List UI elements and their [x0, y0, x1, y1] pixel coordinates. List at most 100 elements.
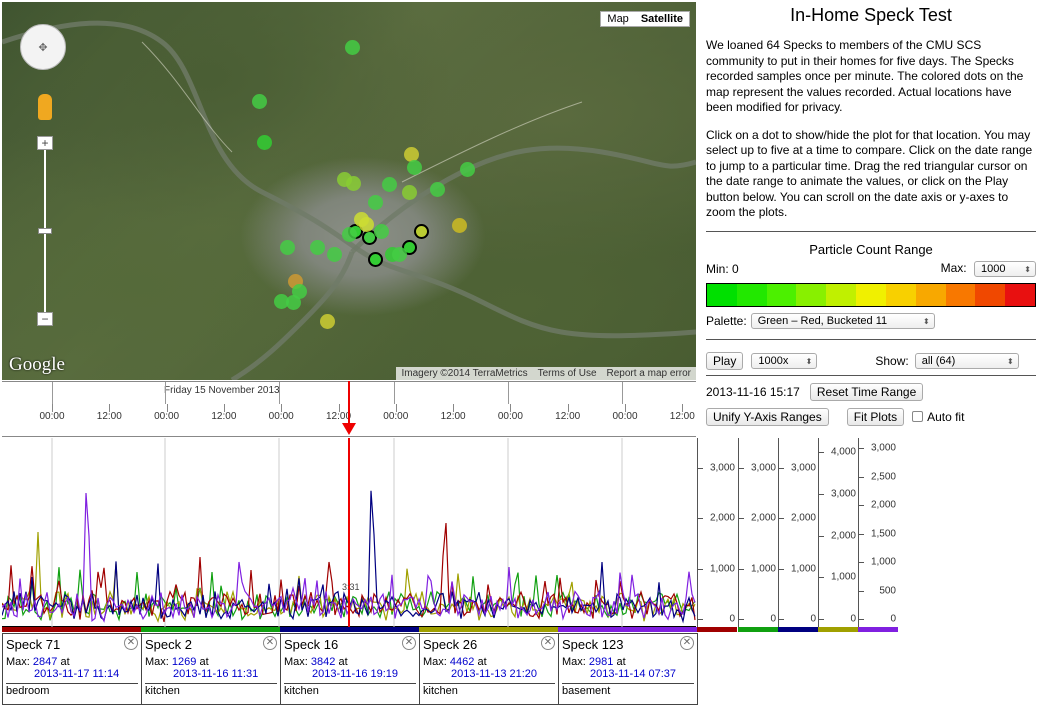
sensor-dot[interactable] [310, 240, 325, 255]
sensor-dot[interactable] [414, 224, 429, 239]
close-icon[interactable]: ✕ [263, 636, 277, 650]
max-label: Max: [940, 260, 967, 275]
speck-max-label: Max: [6, 656, 30, 668]
series-color-strip [141, 627, 280, 632]
speck-at-label: at [338, 656, 348, 668]
y-axis[interactable]: 3,000 2,000 1,000 0 [738, 438, 778, 627]
date-tick-label: 00:00 [268, 411, 294, 422]
y-tick-label: 1,000 [750, 563, 776, 575]
speck-max-label: Max: [145, 656, 169, 668]
y-tick-label: 1,500 [870, 528, 896, 539]
map-type-satellite-button[interactable]: Satellite [635, 12, 689, 26]
speck-max-label: Max: [284, 656, 308, 668]
instructions-text: Click on a dot to show/hide the plot for… [706, 127, 1033, 220]
sensor-dot[interactable] [274, 294, 289, 309]
intro-text: We loaned 64 Specks to members of the CM… [706, 38, 1024, 114]
plot-area[interactable]: 3:31 [2, 438, 696, 627]
sensor-dot[interactable] [320, 314, 335, 329]
y-axis[interactable]: 3,000 2,000 1,000 0 [778, 438, 818, 627]
show-label: Show: [875, 353, 909, 368]
color-bucket [945, 283, 976, 306]
color-bucket [885, 283, 916, 306]
color-bucket [826, 283, 857, 306]
speck-max-value[interactable]: 3842 [311, 656, 335, 668]
max-select[interactable]: 1000 [974, 260, 1036, 277]
map-view[interactable]: Map Satellite ✥ + − Google Imagery ©2014… [2, 2, 696, 380]
pegman-icon[interactable] [38, 94, 52, 120]
speck-max-date[interactable]: 2013-11-14 07:37 [590, 668, 694, 680]
terms-link[interactable]: Terms of Use [533, 367, 602, 380]
palette-select[interactable]: Green – Red, Bucketed 11 [750, 312, 935, 329]
speck-max-value[interactable]: 2847 [33, 656, 57, 668]
y-axis-color-strip [778, 627, 818, 632]
unify-y-axis-button[interactable]: Unify Y-Axis Ranges [706, 407, 829, 426]
y-tick-label: 1,000 [790, 563, 816, 575]
speck-location: kitchen [423, 683, 555, 697]
auto-fit-checkbox[interactable] [912, 411, 924, 422]
speck-max-date[interactable]: 2013-11-16 19:19 [312, 668, 416, 680]
close-icon[interactable]: ✕ [680, 636, 694, 650]
y-tick [779, 518, 784, 520]
speck-max-date[interactable]: 2013-11-17 11:14 [34, 668, 138, 680]
speck-max-label: Max: [423, 656, 447, 668]
sensor-dot[interactable] [407, 160, 422, 175]
pan-control[interactable]: ✥ [20, 24, 66, 70]
y-tick-label: 1,000 [709, 563, 735, 575]
y-axis[interactable]: 4,000 3,000 2,000 1,000 0 [818, 438, 858, 627]
speed-select[interactable]: 1000x [751, 352, 818, 369]
sensor-dot[interactable] [382, 177, 397, 192]
speck-location: bedroom [6, 683, 138, 697]
zoom-slider-handle[interactable] [38, 228, 52, 234]
speck-card: Speck 71 ✕ Max: 2847 at 2013-11-17 11:14… [2, 633, 142, 705]
close-icon[interactable]: ✕ [541, 636, 555, 650]
y-tick-label: 3,000 [870, 442, 896, 454]
sensor-dot[interactable] [252, 94, 267, 109]
sensor-dot[interactable] [359, 217, 374, 232]
sensor-dot[interactable] [327, 247, 342, 262]
zoom-in-button[interactable]: + [37, 136, 53, 150]
sensor-dot[interactable] [374, 224, 389, 239]
y-tick [739, 568, 744, 570]
y-tick-label: 1,000 [830, 571, 856, 583]
time-cursor[interactable] [342, 423, 356, 435]
y-tick [859, 505, 864, 506]
sensor-dot[interactable] [346, 176, 361, 191]
report-error-link[interactable]: Report a map error [602, 367, 696, 380]
sensor-dot[interactable] [460, 162, 475, 177]
fit-plots-button[interactable]: Fit Plots [846, 407, 905, 426]
sensor-dot[interactable] [368, 252, 383, 267]
sensor-dot[interactable] [368, 195, 383, 210]
speck-max-value[interactable]: 2981 [589, 656, 613, 668]
show-select[interactable]: all (64) [914, 352, 1019, 369]
close-icon[interactable]: ✕ [402, 636, 416, 650]
day-divider [279, 382, 280, 404]
speck-at-label: at [477, 656, 487, 668]
speck-max-value[interactable]: 1269 [172, 656, 196, 668]
sensor-dot[interactable] [342, 227, 357, 242]
sensor-dot[interactable] [280, 240, 295, 255]
y-tick [819, 493, 824, 495]
zoom-out-button[interactable]: − [37, 312, 53, 326]
map-type-map-button[interactable]: Map [601, 12, 634, 26]
speck-max-date[interactable]: 2013-11-16 11:31 [173, 668, 277, 680]
min-label: Min: 0 [706, 261, 739, 276]
sensor-dot[interactable] [345, 40, 360, 55]
speck-name: Speck 26 [423, 637, 478, 652]
auto-fit-label: Auto fit [927, 409, 965, 424]
sensor-dot[interactable] [257, 135, 272, 150]
sensor-dot[interactable] [392, 247, 407, 262]
sensor-dot[interactable] [452, 218, 467, 233]
color-bucket [736, 283, 767, 306]
speck-max-date[interactable]: 2013-11-13 21:20 [451, 668, 555, 680]
play-button[interactable]: Play [706, 351, 744, 370]
y-axis[interactable]: 3,000 2,500 2,000 1,500 1,000 500 0 [858, 438, 898, 627]
speck-max-label: Max: [562, 656, 586, 668]
sensor-dot[interactable] [402, 185, 417, 200]
speck-max-value[interactable]: 4462 [450, 656, 474, 668]
sensor-dot[interactable] [430, 182, 445, 197]
reset-time-range-button[interactable]: Reset Time Range [809, 382, 924, 401]
info-panel: In-Home Speck Test We loaned 64 Specks t… [706, 0, 1036, 426]
y-axis[interactable]: 3,000 2,000 1,000 0 [697, 438, 737, 627]
day-divider [165, 382, 166, 404]
close-icon[interactable]: ✕ [124, 636, 138, 650]
